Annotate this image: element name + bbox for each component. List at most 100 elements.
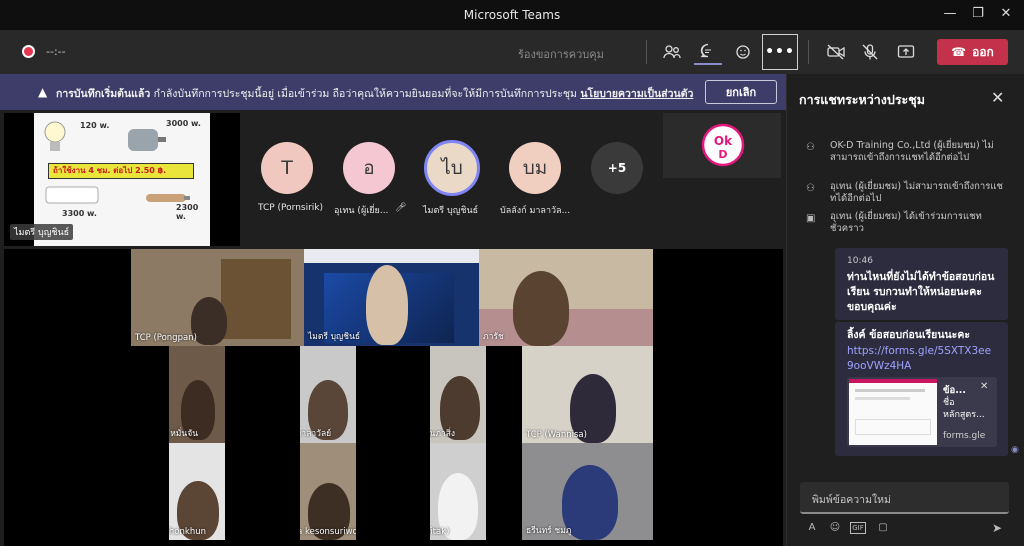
slide-w2: 3000 w.	[166, 119, 201, 128]
avatar: อ	[343, 142, 395, 194]
hang-up-icon: ☎	[951, 45, 967, 59]
person-removed-icon: ⚇	[806, 183, 815, 194]
request-control-button[interactable]: ร้องขอการควบคุม	[518, 45, 604, 63]
slide-w1: 120 w.	[80, 121, 110, 130]
light-bulb-icon	[44, 121, 66, 151]
video-tile[interactable]: prichaphonkhun	[169, 443, 225, 540]
gif-icon[interactable]: GIF	[850, 522, 866, 534]
warning-icon: ▲	[38, 85, 48, 99]
message-text: ท่านไหนที่ยังไม่ได้ทำข้อสอบก่อนเรียน รบก…	[847, 271, 995, 313]
emoji-icon[interactable]: ☺	[826, 519, 844, 537]
send-icon[interactable]: ➤	[988, 519, 1006, 537]
ok-d-logo: Ok D	[701, 123, 745, 167]
mic-off-icon[interactable]	[856, 39, 884, 65]
slide-w3: 3300 w.	[62, 209, 97, 218]
meeting-toolbar: --:-- ร้องขอการควบคุม ••• ☎ ออก	[0, 30, 1024, 74]
video-tile[interactable]: บัลลังก์ มาลาวัลย์	[300, 346, 356, 443]
participant-avatar[interactable]: บม	[508, 142, 562, 194]
video-tile-name: ธรีนทร์ ชมภู	[526, 526, 572, 536]
format-icon[interactable]: A	[803, 519, 821, 537]
share-screen-icon[interactable]	[892, 39, 920, 65]
video-tile-name: จีระพันธ์ พรวรรณภาสิ่ง	[430, 429, 456, 439]
video-tile-name: prichaphonkhun	[169, 527, 206, 537]
video-tile[interactable]: kritsada kesonsuriwong	[300, 443, 356, 540]
avatar: T	[261, 142, 313, 194]
minimize-button[interactable]: —	[940, 6, 960, 24]
video-tile[interactable]: TCP (Phitak)	[430, 443, 486, 540]
video-tile-name: TCP (Wannisa)	[526, 430, 587, 440]
participants-icon[interactable]	[658, 39, 686, 65]
video-tile-name: TCP (Pongpan)	[135, 333, 197, 343]
system-message: ⚇ อุเทน (ผู้เยี่ยมชม) ไม่สามารถเข้าถึงกา…	[806, 181, 1006, 205]
muted-icon: 🎤︎	[395, 203, 407, 213]
video-tile[interactable]: จีระพันธ์ พรวรรณภาสิ่ง	[430, 346, 486, 443]
video-tile[interactable]: TCP (Pongpan)	[131, 249, 304, 346]
motor-icon	[128, 129, 166, 151]
video-tile-name: ศรายุทธ หมั่นจัน	[169, 429, 199, 439]
chat-title: การแชทระหว่างประชุม	[799, 92, 925, 107]
close-preview-icon[interactable]: ✕	[980, 381, 988, 392]
cancel-recording-button[interactable]: ยกเลิก	[705, 80, 777, 104]
system-message: ⚇ OK-D Training Co.,Ltd (ผู้เยี่ยมชม) ไม…	[806, 140, 1006, 164]
link-preview-card[interactable]: ข้อ... ชื่อ หลักสูตร... ✕ forms.gle	[847, 377, 997, 447]
slide-banner: ถ้าใช้งาน 4 ชม. ต่อไป 2.50 ฿.	[48, 163, 194, 179]
seen-icon: ◉	[1011, 445, 1019, 455]
chat-icon[interactable]	[694, 39, 722, 65]
video-tile[interactable]: TCP (Wannisa)	[522, 346, 653, 443]
chat-input-placeholder: พิมพ์ข้อความใหม่	[812, 494, 891, 506]
svg-text:D: D	[718, 148, 727, 161]
message-time: 10:46	[847, 256, 873, 266]
system-message-text: อุเทน (ผู้เยี่ยมชม) ได้เข้าร่วมการแชทชั่…	[830, 211, 982, 234]
calendar-icon: ▣	[806, 213, 816, 224]
video-tile-name: ไมตรี บุญชินธ์	[308, 332, 361, 342]
card-subtitle: ชื่อ หลักสูตร...	[943, 398, 985, 420]
presenter-name: ไมตรี บุญชินธ์	[10, 224, 74, 240]
slide-w4: 2300 w.	[176, 203, 199, 221]
recording-icon	[22, 45, 35, 58]
system-message-text: อุเทน (ผู้เยี่ยมชม) ไม่สามารถเข้าถึงการแ…	[830, 181, 1003, 204]
overflow-avatar: +5	[591, 142, 643, 194]
participant-avatar-speaking[interactable]: ไบ	[424, 140, 480, 196]
video-tile-name: kritsada kesonsuriwong	[300, 527, 356, 537]
avatar: บม	[509, 142, 561, 194]
participant-name: ไมตรี บุญชินธ์	[423, 206, 479, 216]
toolbar-divider	[646, 40, 647, 64]
chat-message[interactable]: ลิ้งค์ ข้อสอบก่อนเรียนนะคะ https://forms…	[835, 322, 1008, 456]
message-text: ลิ้งค์ ข้อสอบก่อนเรียนนะคะ	[847, 329, 970, 341]
camera-off-icon[interactable]	[822, 39, 850, 65]
card-title: ข้อ...	[943, 385, 967, 396]
avatar: ไบ	[424, 140, 480, 196]
banner-body-text: กำลังบันทึกการประชุมนี้อยู่ เมื่อเข้าร่ว…	[153, 88, 577, 100]
more-participants[interactable]: +5	[590, 142, 644, 194]
recording-banner: ▲ การบันทึกเริ่มต้นแล้ว กำลังบันทึกการปร…	[0, 74, 786, 110]
company-logo-tile: Ok D	[663, 113, 781, 178]
chat-input[interactable]: พิมพ์ข้อความใหม่	[800, 482, 1009, 514]
chat-message[interactable]: 10:46 ท่านไหนที่ยังไม่ได้ทำข้อสอบก่อนเรี…	[835, 248, 1008, 320]
banner-text: การบันทึกเริ่มต้นแล้ว กำลังบันทึกการประช…	[56, 85, 693, 102]
close-window-button[interactable]: ✕	[996, 6, 1016, 24]
video-tile[interactable]: ภารัช	[479, 249, 653, 346]
video-tile-name: ภารัช	[483, 332, 504, 342]
participant-avatar[interactable]: อ	[342, 142, 396, 194]
participant-avatar[interactable]: T	[260, 142, 314, 194]
maximize-button[interactable]: ❐	[968, 6, 988, 24]
message-link[interactable]: https://forms.gle/5SXTX3ee9ooVWz4HA	[847, 344, 997, 374]
video-tile[interactable]: ศรายุทธ หมั่นจัน	[169, 346, 225, 443]
card-domain: forms.gle	[943, 431, 986, 441]
video-tile-name: TCP (Phitak)	[430, 527, 450, 537]
leave-button[interactable]: ☎ ออก	[937, 39, 1008, 65]
participant-name: TCP (Pornsirik)	[258, 203, 324, 213]
link-preview-thumbnail	[849, 379, 937, 445]
title-bar: Microsoft Teams — ❐ ✕	[0, 0, 1024, 30]
reactions-icon[interactable]	[730, 39, 758, 65]
privacy-policy-link[interactable]: นโยบายความเป็นส่วนตัว	[580, 88, 693, 100]
video-tile[interactable]: ไมตรี บุญชินธ์	[304, 249, 479, 346]
svg-text:Ok: Ok	[714, 134, 733, 148]
close-chat-icon[interactable]: ✕	[991, 88, 1004, 107]
video-tile-name: บัลลังก์ มาลาวัลย์	[300, 429, 332, 439]
more-actions-button[interactable]: •••	[762, 34, 798, 70]
person-removed-icon: ⚇	[806, 142, 815, 153]
leave-label: ออก	[972, 44, 994, 59]
video-tile[interactable]: ธรีนทร์ ชมภู	[522, 443, 653, 540]
sticker-icon[interactable]: ▢	[874, 519, 892, 537]
